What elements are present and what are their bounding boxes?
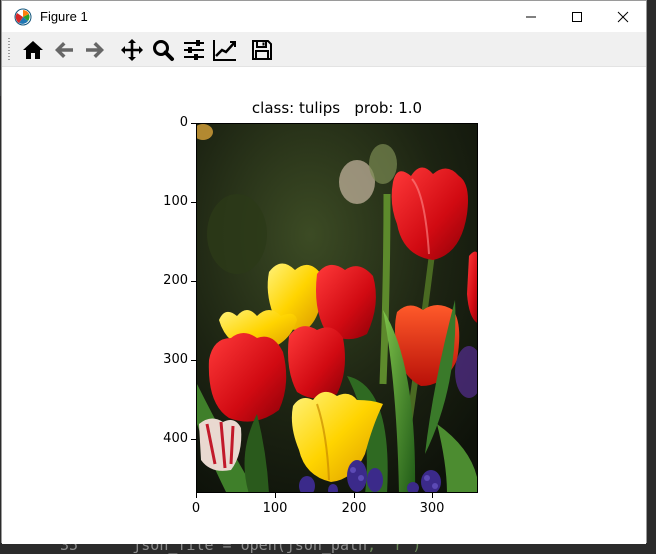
maximize-icon — [572, 11, 582, 22]
y-tick-label: 200 — [163, 273, 188, 288]
pan-move-icon — [121, 39, 143, 61]
close-icon — [617, 11, 629, 22]
plot-title: class: tulips prob: 1.0 — [251, 99, 423, 117]
window-title: Figure 1 — [40, 9, 88, 24]
back-arrow-icon — [55, 42, 73, 58]
configure-subplots-button[interactable] — [180, 36, 208, 64]
navigation-toolbar — [2, 32, 646, 67]
toolbar-grip[interactable] — [8, 38, 10, 60]
x-tick-label: 100 — [262, 501, 288, 516]
save-floppy-icon — [252, 40, 272, 60]
tulip-image — [196, 123, 478, 493]
back-button[interactable] — [50, 36, 78, 64]
forward-button[interactable] — [81, 36, 109, 64]
forward-arrow-icon — [86, 42, 104, 58]
x-tick-label: 0 — [191, 501, 201, 516]
x-tick-mark — [196, 493, 197, 498]
x-tick-mark — [275, 493, 276, 498]
y-tick-label: 300 — [163, 352, 188, 367]
figure-window: Figure 1 class: tulips prob: 1.0 0 100 2… — [1, 0, 647, 544]
y-tick-label: 100 — [163, 194, 188, 209]
subplots-config-icon — [184, 40, 204, 60]
save-button[interactable] — [248, 36, 276, 64]
x-tick-label: 300 — [419, 501, 445, 516]
y-tick-mark — [191, 439, 196, 440]
zoom-button[interactable] — [149, 36, 177, 64]
y-tick-mark — [191, 360, 196, 361]
matplotlib-app-icon — [14, 8, 32, 25]
tulips-photo — [197, 124, 477, 492]
minimize-button[interactable] — [508, 1, 554, 32]
minimize-icon — [526, 16, 536, 17]
home-button[interactable] — [19, 36, 47, 64]
title-bar[interactable]: Figure 1 — [2, 1, 646, 32]
x-tick-mark — [354, 493, 355, 498]
pan-button[interactable] — [118, 36, 146, 64]
close-button[interactable] — [600, 1, 646, 32]
edit-axes-button[interactable] — [211, 36, 239, 64]
y-tick-label: 0 — [179, 115, 188, 130]
x-tick-mark — [432, 493, 433, 498]
zoom-magnifier-icon — [153, 40, 174, 61]
edit-axis-lines-icon — [213, 40, 236, 61]
maximize-button[interactable] — [554, 1, 600, 32]
y-tick-mark — [191, 281, 196, 282]
y-tick-label: 400 — [163, 431, 188, 446]
y-tick-mark — [191, 202, 196, 203]
y-tick-mark — [191, 123, 196, 124]
home-icon — [23, 41, 43, 59]
figure-canvas[interactable]: class: tulips prob: 1.0 0 100 200 300 40… — [2, 67, 646, 544]
window-controls — [508, 1, 646, 32]
x-tick-label: 200 — [341, 501, 367, 516]
